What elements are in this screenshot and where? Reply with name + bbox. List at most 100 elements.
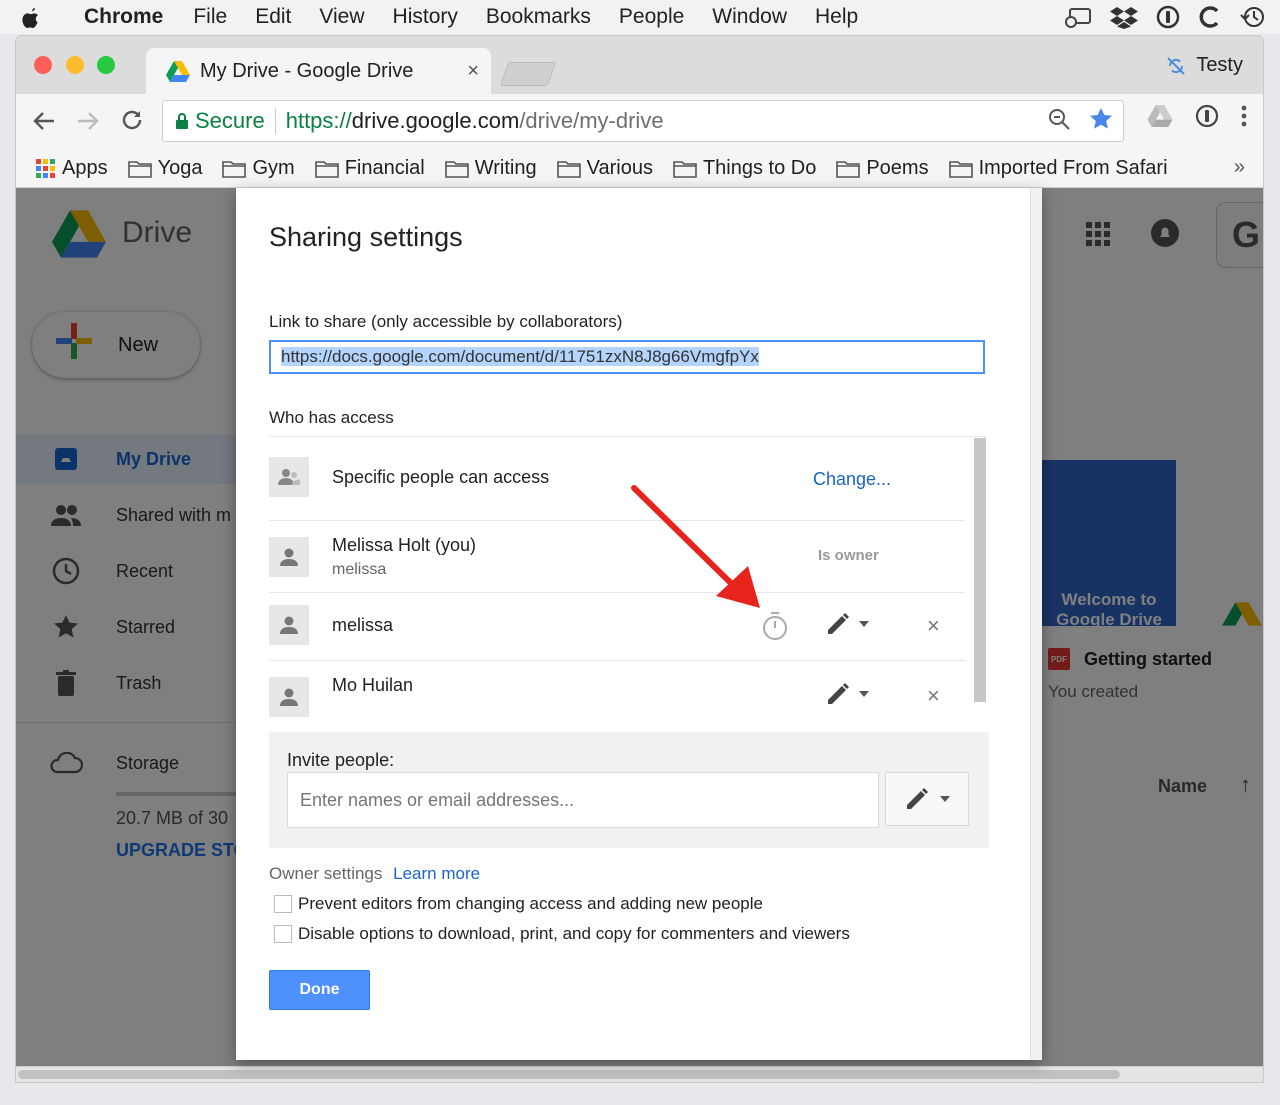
share-link-value: https://docs.google.com/document/d/11751… bbox=[281, 347, 759, 366]
bookmark-folder-label: Various bbox=[586, 157, 653, 179]
address-bar[interactable]: Secure https://drive.google.com/drive/my… bbox=[162, 100, 1124, 142]
folder-icon bbox=[673, 160, 697, 178]
folder-icon bbox=[314, 160, 339, 178]
omnibox-actions bbox=[1047, 107, 1113, 131]
tab-strip: My Drive - Google Drive × Testy bbox=[16, 36, 1263, 94]
learn-more-link[interactable]: Learn more bbox=[393, 864, 480, 883]
invite-section: Invite people: bbox=[269, 732, 989, 848]
menu-view[interactable]: View bbox=[305, 5, 378, 29]
bookmark-star-icon[interactable] bbox=[1089, 107, 1113, 131]
checkbox[interactable] bbox=[274, 925, 292, 943]
bookmark-folder-poems[interactable]: Poems bbox=[836, 157, 929, 180]
person-icon bbox=[269, 537, 309, 577]
extension-icons bbox=[1147, 104, 1247, 128]
forward-button[interactable] bbox=[66, 107, 110, 138]
pencil-icon bbox=[828, 683, 849, 704]
close-window-button[interactable] bbox=[34, 56, 52, 74]
screen-share-icon[interactable] bbox=[1062, 6, 1092, 28]
menu-help[interactable]: Help bbox=[801, 5, 872, 29]
caret-down-icon bbox=[859, 621, 869, 627]
option-label: Disable options to download, print, and … bbox=[298, 924, 850, 943]
profile-name: Testy bbox=[1196, 54, 1243, 76]
caret-down-icon bbox=[940, 796, 950, 802]
folder-icon bbox=[836, 160, 861, 178]
new-tab-button[interactable] bbox=[499, 62, 557, 86]
horizontal-scrollbar[interactable] bbox=[16, 1066, 1263, 1082]
permission-dropdown[interactable] bbox=[825, 681, 869, 707]
zoom-icon[interactable] bbox=[1047, 107, 1071, 131]
time-machine-icon[interactable] bbox=[1240, 5, 1266, 29]
url-path: /drive/my-drive bbox=[519, 108, 664, 133]
bookmark-folder-writing[interactable]: Writing bbox=[444, 157, 537, 180]
folder-icon bbox=[222, 160, 247, 178]
menu-bookmarks[interactable]: Bookmarks bbox=[472, 5, 605, 29]
folder-icon bbox=[948, 160, 973, 178]
minimize-window-button[interactable] bbox=[66, 56, 84, 74]
scrollbar-thumb[interactable] bbox=[18, 1070, 1120, 1079]
folder-icon bbox=[444, 160, 469, 178]
bookmarks-overflow-button[interactable]: » bbox=[1234, 156, 1245, 179]
option-prevent-editors[interactable]: Prevent editors from changing access and… bbox=[274, 894, 763, 914]
reload-button[interactable] bbox=[110, 107, 154, 138]
checkbox[interactable] bbox=[274, 895, 292, 913]
menu-edit[interactable]: Edit bbox=[241, 5, 305, 29]
option-disable-download[interactable]: Disable options to download, print, and … bbox=[274, 924, 850, 944]
chrome-menu-icon[interactable] bbox=[1241, 105, 1247, 127]
sharing-settings-dialog: Sharing settings Link to share (only acc… bbox=[236, 188, 1042, 1060]
who-has-access-label: Who has access bbox=[269, 408, 394, 427]
invite-permission-dropdown[interactable] bbox=[885, 772, 969, 826]
bookmark-folder-financial[interactable]: Financial bbox=[314, 157, 425, 180]
bookmarks-bar: Apps Yoga Gym Financial Writing Various … bbox=[16, 150, 1263, 188]
invite-input[interactable] bbox=[287, 772, 879, 828]
bookmark-folder-label: Writing bbox=[474, 157, 537, 179]
lock-icon bbox=[176, 113, 188, 129]
access-row-name: Mo Huilan bbox=[332, 675, 414, 695]
tab-my-drive[interactable]: My Drive - Google Drive × bbox=[146, 48, 491, 94]
apple-icon[interactable] bbox=[0, 6, 62, 28]
bookmark-apps-label: Apps bbox=[62, 157, 108, 179]
menu-chrome[interactable]: Chrome bbox=[62, 5, 179, 29]
option-label: Prevent editors from changing access and… bbox=[298, 894, 763, 913]
remove-user-button[interactable]: × bbox=[927, 683, 940, 709]
annotation-arrow-icon bbox=[631, 485, 760, 608]
cc-icon[interactable] bbox=[1198, 5, 1222, 29]
apps-grid-icon bbox=[36, 158, 55, 178]
pencil-icon bbox=[907, 788, 928, 809]
bookmark-folder-label: Things to Do bbox=[702, 157, 817, 179]
onepassword-extension-icon[interactable] bbox=[1195, 104, 1219, 128]
zoom-window-button[interactable] bbox=[97, 56, 115, 74]
bookmark-folder-gym[interactable]: Gym bbox=[222, 157, 295, 180]
person-icon bbox=[269, 605, 309, 645]
share-link-field[interactable]: https://docs.google.com/document/d/11751… bbox=[269, 340, 985, 374]
access-list-scrollbar[interactable] bbox=[974, 438, 986, 702]
back-arrow-icon bbox=[33, 111, 54, 130]
dropbox-icon[interactable] bbox=[1110, 5, 1138, 29]
change-access-link[interactable]: Change... bbox=[813, 469, 891, 490]
access-row-mo-huilan: Mo Huilan × bbox=[269, 661, 965, 731]
permission-dropdown[interactable] bbox=[825, 611, 869, 637]
bookmark-folder-things-to-do[interactable]: Things to Do bbox=[673, 157, 816, 180]
bookmark-folder-label: Poems bbox=[866, 157, 929, 179]
back-button[interactable] bbox=[22, 107, 66, 138]
bookmark-folder-various[interactable]: Various bbox=[556, 157, 653, 180]
bookmark-folder-yoga[interactable]: Yoga bbox=[127, 157, 202, 180]
done-button[interactable]: Done bbox=[269, 970, 370, 1010]
menu-people[interactable]: People bbox=[605, 5, 698, 29]
menu-file[interactable]: File bbox=[179, 5, 241, 29]
onepassword-icon[interactable] bbox=[1156, 5, 1180, 29]
bookmark-apps[interactable]: Apps bbox=[36, 157, 108, 180]
google-drive-icon bbox=[166, 60, 190, 82]
dialog-scrollbar[interactable] bbox=[1030, 188, 1042, 1060]
reload-icon bbox=[122, 110, 142, 129]
forward-arrow-icon bbox=[78, 111, 99, 130]
access-row-name: melissa bbox=[332, 615, 394, 635]
drive-extension-icon[interactable] bbox=[1147, 105, 1173, 127]
menu-window[interactable]: Window bbox=[698, 5, 801, 29]
bookmark-folder-imported[interactable]: Imported From Safari bbox=[948, 157, 1168, 180]
remove-user-button[interactable]: × bbox=[927, 613, 940, 639]
url-scheme: https:// bbox=[285, 108, 352, 133]
tab-close-button[interactable]: × bbox=[467, 60, 479, 83]
profile-button[interactable]: Testy bbox=[1166, 54, 1243, 77]
caret-down-icon bbox=[859, 691, 869, 697]
menu-history[interactable]: History bbox=[379, 5, 472, 29]
